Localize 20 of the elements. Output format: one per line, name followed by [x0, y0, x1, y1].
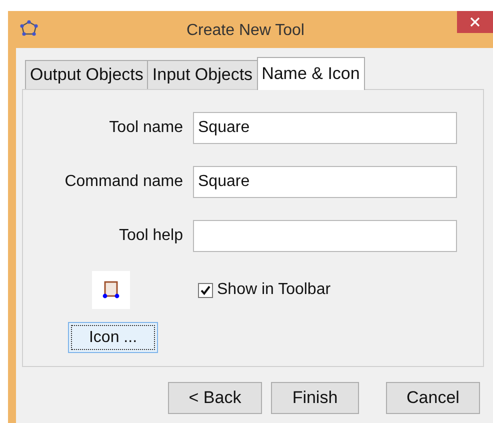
window-title: Create New Tool — [186, 22, 306, 40]
check-icon — [200, 284, 211, 296]
square-icon — [102, 280, 120, 300]
text-field[interactable] — [193, 220, 457, 252]
field-label: Command name — [64, 173, 183, 191]
polygon-icon — [20, 20, 38, 36]
dialog-button[interactable]: < Back — [168, 382, 262, 414]
close-icon — [470, 17, 480, 27]
tab[interactable]: Name & Icon — [256, 57, 365, 90]
dialog-button[interactable]: Cancel — [386, 382, 480, 414]
field-label: Tool help — [118, 227, 183, 245]
tab[interactable]: Output Objects — [25, 60, 148, 89]
close-button[interactable] — [457, 11, 493, 33]
field-label: Tool name — [108, 119, 183, 137]
dialog-button[interactable]: Finish — [271, 382, 359, 414]
tab[interactable]: Input Objects — [147, 60, 258, 89]
text-field[interactable]: Square — [193, 112, 457, 144]
text-field[interactable]: Square — [193, 166, 457, 198]
show-in-toolbar-checkbox[interactable]: Show in Toolbar — [198, 281, 331, 299]
icon-button[interactable]: Icon ... — [68, 322, 158, 353]
